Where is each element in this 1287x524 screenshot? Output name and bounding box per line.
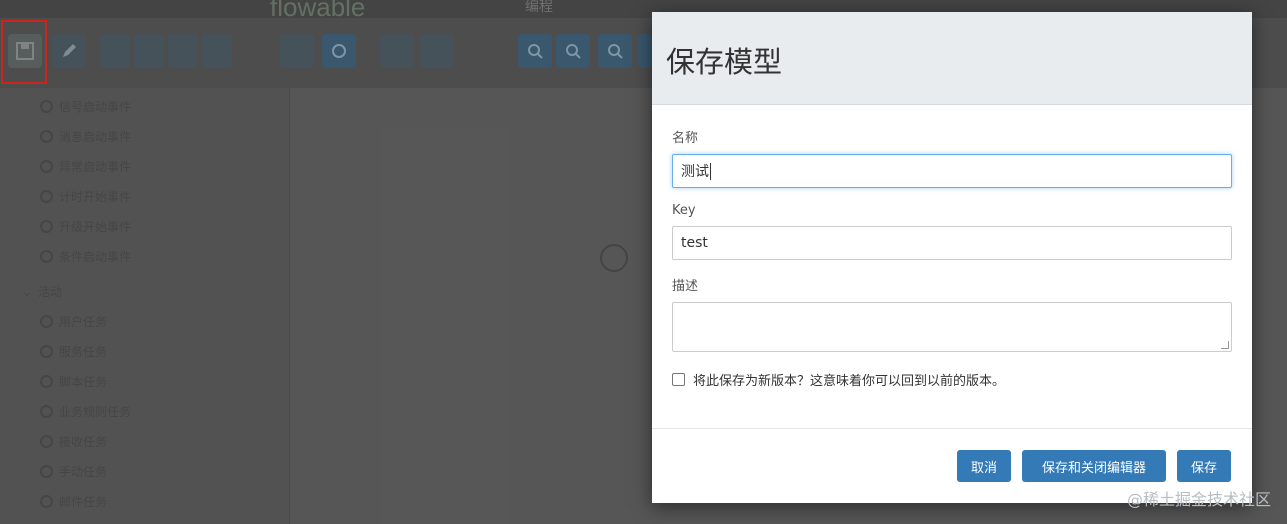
save-model-dialog: 保存模型 名称 测试 Key test 描述 将此保存为新版本？这意味着你可以回… bbox=[652, 12, 1252, 503]
key-input-value: test bbox=[681, 235, 708, 251]
cancel-button[interactable]: 取消 bbox=[957, 450, 1011, 482]
save-button[interactable]: 保存 bbox=[1177, 450, 1231, 482]
new-version-checkbox[interactable] bbox=[672, 373, 685, 386]
watermark: @稀土掘金技术社区 bbox=[1126, 490, 1271, 509]
name-input-value: 测试 bbox=[681, 164, 709, 180]
dialog-header: 保存模型 bbox=[652, 12, 1252, 105]
description-textarea[interactable] bbox=[672, 302, 1232, 352]
dialog-title: 保存模型 bbox=[666, 45, 783, 79]
new-version-label[interactable]: 将此保存为新版本？这意味着你可以回到以前的版本。 bbox=[693, 370, 1005, 389]
text-caret bbox=[710, 162, 711, 180]
name-input[interactable]: 测试 bbox=[672, 154, 1232, 188]
save-and-close-button[interactable]: 保存和关闭编辑器 bbox=[1022, 450, 1166, 482]
key-label: Key bbox=[672, 203, 696, 218]
new-version-row: 将此保存为新版本？这意味着你可以回到以前的版本。 bbox=[672, 370, 1232, 389]
name-label: 名称 bbox=[672, 131, 699, 146]
description-label: 描述 bbox=[672, 279, 699, 294]
key-input[interactable]: test bbox=[672, 226, 1232, 260]
dialog-body: 名称 测试 Key test 描述 将此保存为新版本？这意味着你可以回到以前的版… bbox=[652, 105, 1252, 389]
resize-grip-icon[interactable] bbox=[1221, 341, 1229, 349]
